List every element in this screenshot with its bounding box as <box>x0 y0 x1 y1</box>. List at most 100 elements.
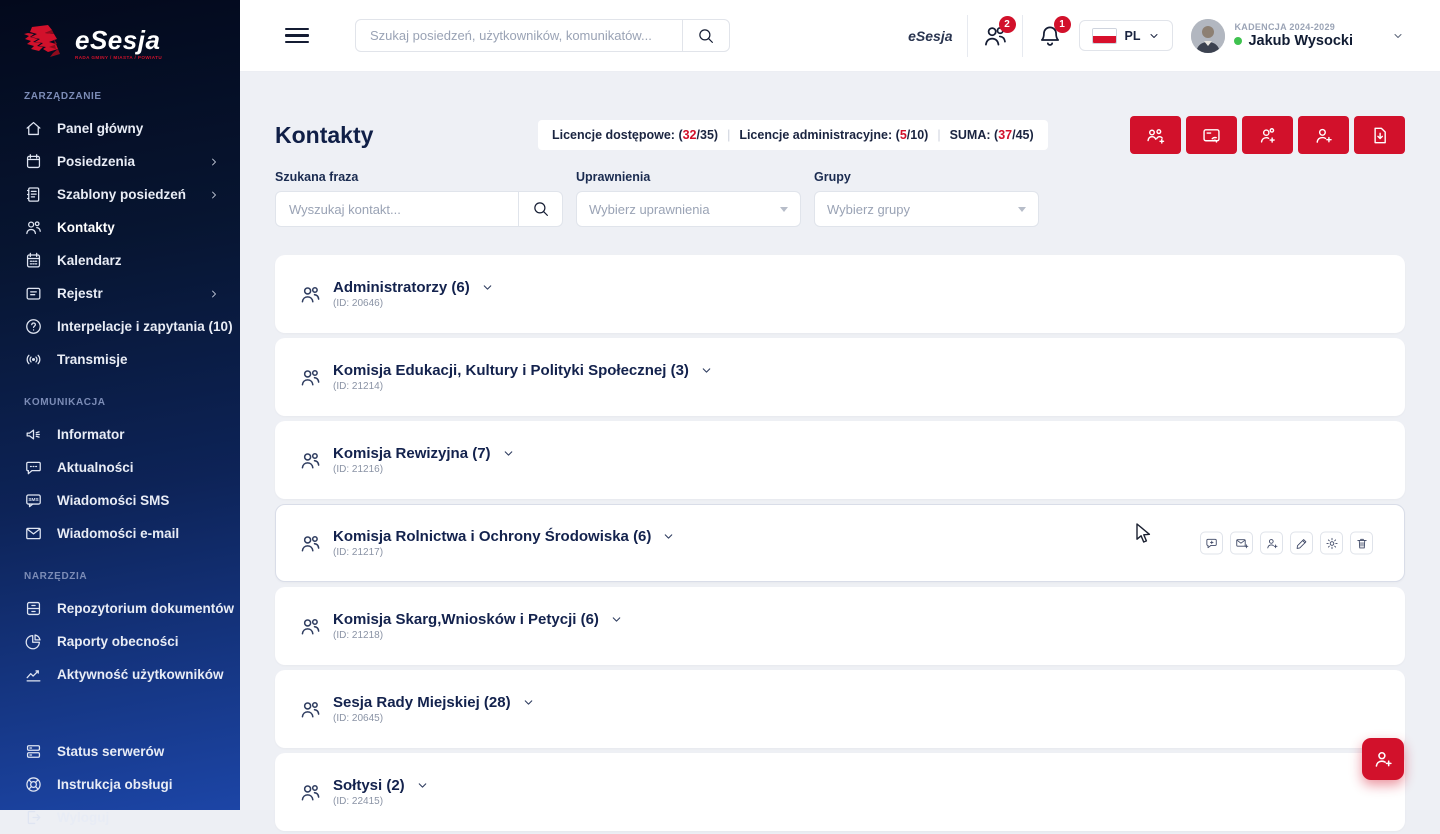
group-expand-toggle[interactable]: Administratorzy (6) <box>333 279 494 296</box>
notifications-badge: 1 <box>1054 16 1071 33</box>
group-expand-toggle[interactable]: Komisja Edukacji, Kultury i Polityki Spo… <box>333 362 713 379</box>
contacts-notifications-button[interactable]: 2 <box>982 23 1008 49</box>
send-message-button[interactable] <box>1200 532 1223 555</box>
notifications-button[interactable]: 1 <box>1037 23 1063 49</box>
avatar-image <box>1191 19 1225 53</box>
language-code: PL <box>1125 29 1141 43</box>
export-contacts-button[interactable] <box>1354 116 1405 154</box>
group-icon <box>299 698 322 721</box>
chevron-right-icon <box>208 189 220 201</box>
sidebar-item-aktywnosc[interactable]: Aktywność użytkowników <box>0 658 240 691</box>
group-expand-toggle[interactable]: Sołtysi (2) <box>333 777 429 794</box>
card-access-icon <box>1201 125 1222 146</box>
group-id: (ID: 21214) <box>333 381 713 392</box>
group-id: (ID: 21216) <box>333 464 515 475</box>
sidebar-item-kalendarz[interactable]: Kalendarz <box>0 244 240 277</box>
group-id: (ID: 20646) <box>333 298 494 309</box>
group-expand-toggle[interactable]: Komisja Skarg,Wniosków i Petycji (6) <box>333 611 623 628</box>
sidebar-item-repozytorium[interactable]: Repozytorium dokumentów <box>0 592 240 625</box>
assign-contact-button[interactable] <box>1242 116 1293 154</box>
global-search-input[interactable] <box>356 28 682 43</box>
sidebar-item-szablony-posiedzen[interactable]: Szablony posiedzeń <box>0 178 240 211</box>
message-add-icon <box>1205 536 1219 550</box>
sidebar-item-wiadomosci-sms[interactable]: Wiadomości SMS <box>0 484 240 517</box>
send-email-button[interactable] <box>1230 532 1253 555</box>
group-icon <box>299 781 322 804</box>
edit-group-button[interactable] <box>1290 532 1313 555</box>
dropdown-arrow-icon <box>1018 207 1026 212</box>
group-id: (ID: 22415) <box>333 796 429 807</box>
sidebar-item-rejestr[interactable]: Rejestr <box>0 277 240 310</box>
app-logo[interactable]: eSesja RADA GMINY / MIASTA / POWIATU <box>0 0 240 70</box>
sidebar-item-transmisje[interactable]: Transmisje <box>0 343 240 376</box>
calendar-icon <box>24 152 43 171</box>
chevron-down-icon <box>416 779 429 792</box>
sidebar-item-raporty-obecnosci[interactable]: Raporty obecności <box>0 625 240 658</box>
chevron-down-icon <box>522 696 535 709</box>
permissions-select[interactable]: Wybierz uprawnienia <box>576 191 801 227</box>
server-icon <box>24 742 43 761</box>
sidebar-item-instrukcja[interactable]: Instrukcja obsługi <box>0 768 240 801</box>
chevron-down-icon <box>502 447 515 460</box>
language-selector[interactable]: PL <box>1079 20 1174 51</box>
menu-toggle-button[interactable] <box>285 28 309 44</box>
license-admin: Licencje administracyjne: (5/10) <box>739 128 928 142</box>
contact-search-input[interactable] <box>276 202 518 217</box>
sidebar-item-aktualnosci[interactable]: Aktualności <box>0 451 240 484</box>
add-contact-button[interactable] <box>1298 116 1349 154</box>
group-row-soltysi: Sołtysi (2) (ID: 22415) <box>275 753 1405 831</box>
activity-icon <box>24 665 43 684</box>
group-icon <box>299 283 322 306</box>
dropdown-arrow-icon <box>780 207 788 212</box>
divider <box>967 15 968 57</box>
person-add-icon <box>1372 748 1394 770</box>
user-menu[interactable]: KADENCJA 2024-2029 Jakub Wysocki <box>1191 19 1404 53</box>
online-status-dot <box>1234 37 1242 45</box>
chevron-right-icon <box>208 288 220 300</box>
assign-contact-icon <box>1257 125 1278 146</box>
sidebar-item-wiadomosci-email[interactable]: Wiadomości e-mail <box>0 517 240 550</box>
contacts-badge: 2 <box>999 16 1016 33</box>
sidebar-item-kontakty[interactable]: Kontakty <box>0 211 240 244</box>
group-row-komisja-rewizyjna: Komisja Rewizyjna (7) (ID: 21216) <box>275 421 1405 499</box>
add-group-button[interactable] <box>1130 116 1181 154</box>
filter-groups-label: Grupy <box>814 170 1039 184</box>
chevron-down-icon <box>1392 30 1404 42</box>
group-expand-toggle[interactable]: Komisja Rolnictwa i Ochrony Środowiska (… <box>333 528 675 545</box>
add-contact-fab[interactable] <box>1362 738 1404 780</box>
repository-icon <box>24 599 43 618</box>
add-member-button[interactable] <box>1260 532 1283 555</box>
pie-chart-icon <box>24 632 43 651</box>
chat-icon <box>24 458 43 477</box>
chevron-down-icon <box>662 530 675 543</box>
search-button[interactable] <box>683 19 729 52</box>
app-title: eSesja <box>75 27 162 53</box>
broadcast-icon <box>24 350 43 369</box>
page-toolbar <box>1130 116 1405 154</box>
sidebar-item-wyloguj[interactable]: Wyloguj <box>0 801 240 834</box>
group-settings-button[interactable] <box>1320 532 1343 555</box>
sidebar-item-panel-glowny[interactable]: Panel główny <box>0 112 240 145</box>
contact-search-button[interactable] <box>519 191 562 227</box>
group-expand-toggle[interactable]: Komisja Rewizyjna (7) <box>333 445 515 462</box>
sidebar-item-informator[interactable]: Informator <box>0 418 240 451</box>
filter-permissions-label: Uprawnienia <box>576 170 801 184</box>
delete-group-button[interactable] <box>1350 532 1373 555</box>
sidebar-item-interpelacje[interactable]: Interpelacje i zapytania (10) <box>0 310 240 343</box>
card-access-button[interactable] <box>1186 116 1237 154</box>
group-id: (ID: 20645) <box>333 713 535 724</box>
group-icon <box>299 366 322 389</box>
sidebar-item-status-serwerow[interactable]: Status serwerów <box>0 735 240 768</box>
poland-flag-icon <box>1092 28 1117 44</box>
mail-add-icon <box>1235 536 1249 550</box>
chevron-down-icon <box>481 281 494 294</box>
eagle-logo-icon <box>22 23 66 63</box>
question-icon <box>24 317 43 336</box>
license-sum: SUMA: (37/45) <box>950 128 1034 142</box>
chevron-down-icon <box>610 613 623 626</box>
kadencja-label: KADENCJA 2024-2029 <box>1234 22 1353 32</box>
sidebar-item-posiedzenia[interactable]: Posiedzenia <box>0 145 240 178</box>
group-expand-toggle[interactable]: Sesja Rady Miejskiej (28) <box>333 694 535 711</box>
groups-select[interactable]: Wybierz grupy <box>814 191 1039 227</box>
home-icon <box>24 119 43 138</box>
